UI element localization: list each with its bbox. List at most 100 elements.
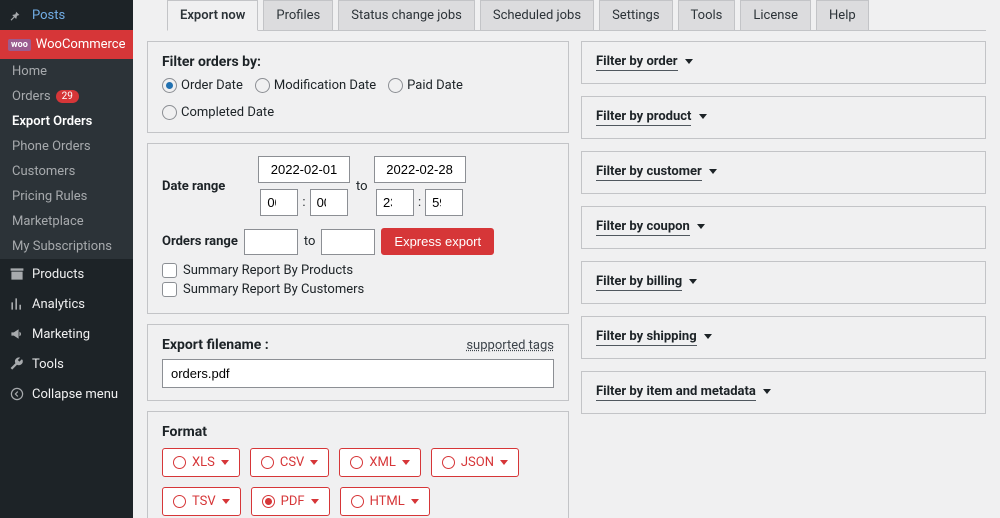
filter-title: Filter by product — [596, 109, 691, 126]
archive-icon — [8, 266, 26, 282]
express-export-button[interactable]: Express export — [381, 228, 494, 255]
sidebar-marketing[interactable]: Marketing — [0, 319, 133, 349]
submenu-home[interactable]: Home — [0, 59, 133, 84]
radio-order-date-input[interactable] — [162, 78, 177, 93]
submenu-pricing-rules[interactable]: Pricing Rules — [0, 184, 133, 209]
format-label: XML — [369, 455, 396, 470]
sidebar-label: Posts — [32, 8, 65, 23]
format-html[interactable]: HTML — [340, 487, 430, 516]
filter-by-shipping-panel[interactable]: Filter by shipping — [581, 316, 986, 359]
submenu-label: Orders — [12, 89, 51, 104]
time-to-hour[interactable] — [376, 189, 414, 216]
tab-tools[interactable]: Tools — [678, 0, 736, 30]
radio-icon — [350, 456, 363, 469]
sidebar-analytics[interactable]: Analytics — [0, 289, 133, 319]
time-to-min[interactable] — [425, 189, 463, 216]
submenu-my-subscriptions[interactable]: My Subscriptions — [0, 234, 133, 259]
submenu-orders[interactable]: Orders 29 — [0, 84, 133, 109]
sidebar-label: Marketing — [32, 327, 90, 342]
filter-title: Filter by order — [596, 54, 678, 71]
woo-icon: woo — [8, 39, 31, 51]
sidebar-tools[interactable]: Tools — [0, 349, 133, 379]
format-csv[interactable]: CSV — [250, 448, 329, 477]
sidebar-collapse[interactable]: Collapse menu — [0, 379, 133, 409]
sidebar-label: Tools — [32, 357, 64, 372]
orders-range-label: Orders range — [162, 234, 238, 249]
radio-paid-date-input[interactable] — [388, 78, 403, 93]
sidebar-label: WooCommerce — [36, 37, 126, 52]
format-xls[interactable]: XLS — [162, 448, 240, 477]
chevron-down-icon — [685, 59, 693, 64]
filter-title: Filter by shipping — [596, 329, 697, 346]
summary-products-checkbox[interactable] — [162, 263, 177, 278]
main-content: Export now Profiles Status change jobs S… — [133, 0, 1000, 518]
summary-customers-checkbox[interactable] — [162, 282, 177, 297]
checkbox-label: Summary Report By Products — [183, 263, 353, 278]
tab-export-now[interactable]: Export now — [167, 0, 258, 31]
radio-modification-date[interactable]: Modification Date — [255, 78, 376, 93]
tab-help[interactable]: Help — [816, 0, 869, 30]
tab-settings[interactable]: Settings — [599, 0, 672, 30]
admin-sidebar: Posts woo WooCommerce Home Orders 29 Exp… — [0, 0, 133, 518]
chevron-down-icon — [411, 499, 419, 504]
filter-by-order-panel[interactable]: Filter by order — [581, 41, 986, 84]
date-range-label: Date range — [162, 179, 252, 194]
sidebar-label: Analytics — [32, 297, 85, 312]
format-label: JSON — [461, 455, 494, 470]
time-from-hour[interactable] — [260, 189, 298, 216]
date-from-input[interactable] — [258, 156, 350, 183]
range-panel: Date range : to : — [147, 143, 569, 314]
radio-completed-date[interactable]: Completed Date — [162, 105, 274, 120]
filename-input[interactable] — [162, 359, 554, 388]
radio-label: Modification Date — [274, 78, 376, 93]
time-from-min[interactable] — [310, 189, 348, 216]
radio-modification-date-input[interactable] — [255, 78, 270, 93]
radio-completed-date-input[interactable] — [162, 105, 177, 120]
format-json[interactable]: JSON — [431, 448, 519, 477]
tab-status-jobs[interactable]: Status change jobs — [338, 0, 475, 30]
filter-by-customer-panel[interactable]: Filter by customer — [581, 151, 986, 194]
format-xml[interactable]: XML — [339, 448, 421, 477]
sidebar-products[interactable]: Products — [0, 259, 133, 289]
chevron-down-icon — [697, 224, 705, 229]
collapse-icon — [8, 386, 26, 402]
filter-by-billing-panel[interactable]: Filter by billing — [581, 261, 986, 304]
time-colon: : — [418, 195, 421, 210]
filter-orders-title: Filter orders by: — [162, 54, 554, 70]
checkbox-label: Summary Report By Customers — [183, 282, 364, 297]
submenu-phone-orders[interactable]: Phone Orders — [0, 134, 133, 159]
submenu-marketplace[interactable]: Marketplace — [0, 209, 133, 234]
chevron-down-icon — [689, 279, 697, 284]
format-tsv[interactable]: TSV — [162, 487, 241, 516]
wrench-icon — [8, 356, 26, 372]
chart-bar-icon — [8, 296, 26, 312]
to-label: to — [304, 234, 316, 249]
format-label: TSV — [192, 494, 216, 509]
filter-by-item-metadata-panel[interactable]: Filter by item and metadata — [581, 371, 986, 414]
filter-by-product-panel[interactable]: Filter by product — [581, 96, 986, 139]
filter-by-coupon-panel[interactable]: Filter by coupon — [581, 206, 986, 249]
supported-tags-link[interactable]: supported tags — [466, 338, 554, 353]
sidebar-label: Products — [32, 267, 84, 282]
submenu-export-orders[interactable]: Export Orders — [0, 109, 133, 134]
format-label: XLS — [192, 455, 215, 470]
tab-scheduled-jobs[interactable]: Scheduled jobs — [480, 0, 594, 30]
tab-profiles[interactable]: Profiles — [263, 0, 333, 30]
filename-label: Export filename : — [162, 337, 269, 353]
format-title: Format — [162, 424, 554, 440]
sidebar-woocommerce[interactable]: woo WooCommerce — [0, 30, 133, 59]
format-label: HTML — [370, 494, 405, 509]
tab-bar: Export now Profiles Status change jobs S… — [167, 0, 986, 31]
radio-order-date[interactable]: Order Date — [162, 78, 243, 93]
sidebar-posts[interactable]: Posts — [0, 0, 133, 30]
tab-license[interactable]: License — [740, 0, 811, 30]
chevron-down-icon — [221, 460, 229, 465]
sidebar-label: Collapse menu — [32, 387, 118, 402]
submenu-customers[interactable]: Customers — [0, 159, 133, 184]
format-pdf[interactable]: PDF — [251, 487, 330, 516]
orders-from-input[interactable] — [244, 229, 298, 255]
radio-paid-date[interactable]: Paid Date — [388, 78, 463, 93]
date-to-input[interactable] — [374, 156, 466, 183]
orders-to-input[interactable] — [321, 229, 375, 255]
chevron-down-icon — [763, 389, 771, 394]
